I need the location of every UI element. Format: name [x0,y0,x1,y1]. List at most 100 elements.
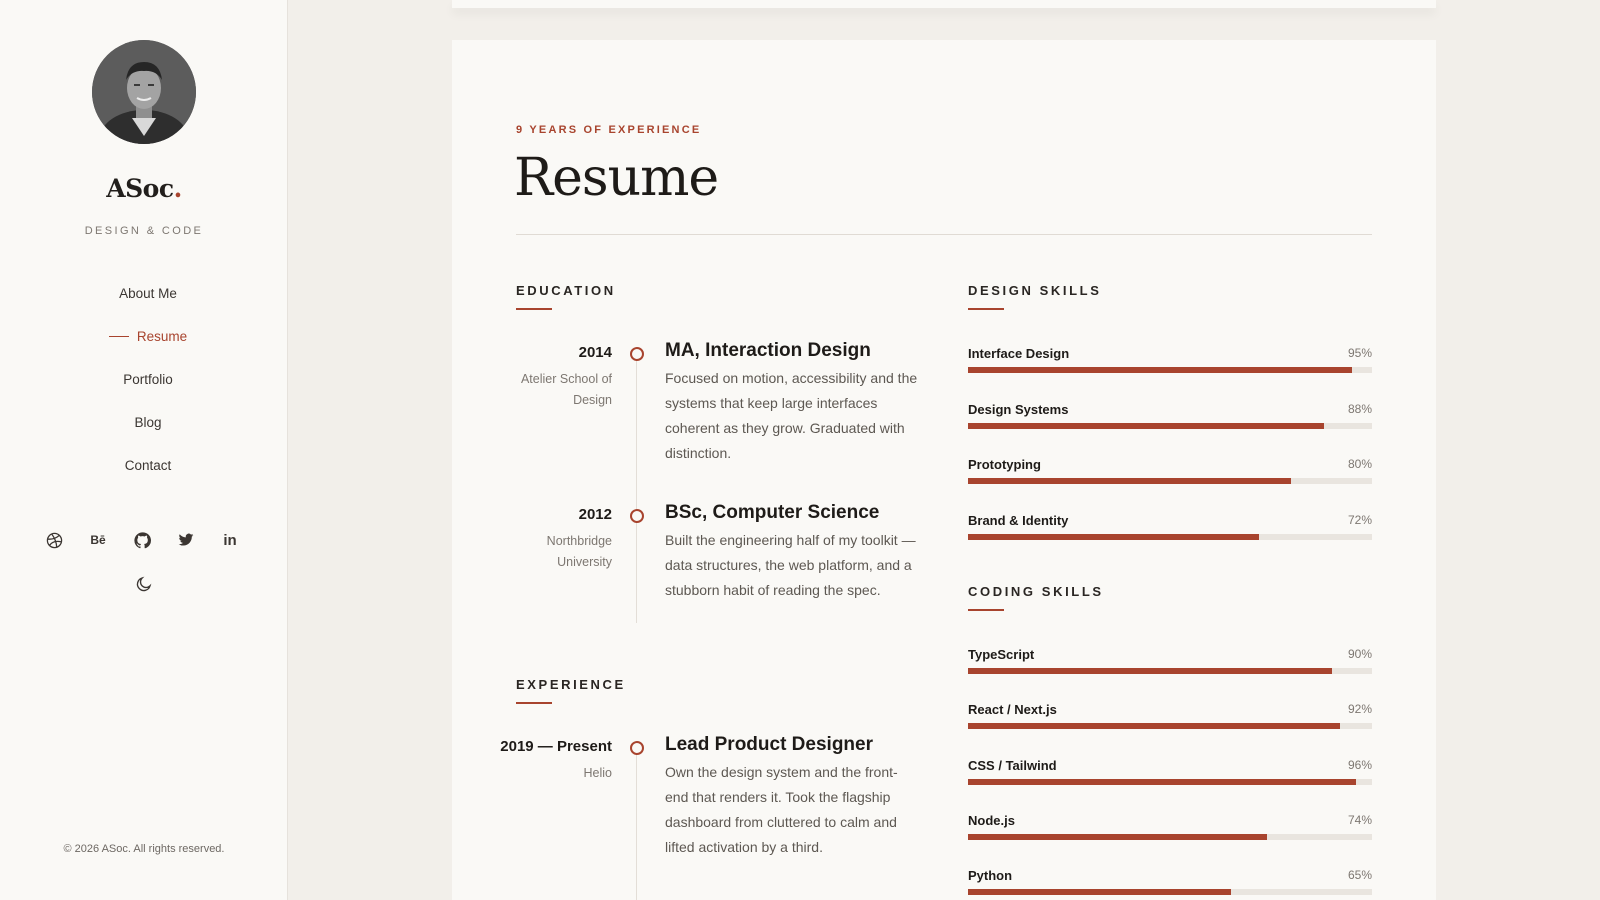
skill-bar: Design Systems 88% [968,402,1372,434]
skill-fill [968,834,1267,840]
skill-bar: Brand & Identity 72% [968,513,1372,545]
experience-heading: EXPERIENCE [516,677,626,704]
heading-underline [968,308,1004,310]
skill-track [968,723,1372,729]
twitter-icon[interactable] [177,531,195,549]
skill-name: Node.js [968,813,1015,828]
page-title: Resume [514,148,719,208]
timeline-line [636,361,637,514]
heading-underline [516,308,552,310]
nav-item-blog[interactable]: Blog [0,415,296,458]
brand-logo[interactable]: ASoc. [0,174,288,203]
entry-year: 2014 [578,344,612,361]
education-entry: 2012 Northbridge University BSc, Compute… [452,502,916,676]
github-icon[interactable] [133,531,151,549]
linkedin-icon[interactable]: in [221,531,239,549]
entry-year: 2019 — Present [500,738,612,755]
skill-fill [968,367,1352,373]
copyright: © 2026 ASoc. All rights reserved. [63,843,225,855]
entry-role: BSc, Computer Science [665,502,880,523]
entry-role: MA, Interaction Design [665,340,871,361]
skill-fill [968,478,1292,484]
skill-name: CSS / Tailwind [968,758,1057,773]
entry-role: Lead Product Designer [665,734,873,755]
moon-icon[interactable] [135,575,153,593]
skill-name: Design Systems [968,402,1069,417]
skill-name: TypeScript [968,647,1035,662]
entry-org: Northbridge University [546,534,612,569]
nav-label: Contact [124,458,172,473]
skill-track [968,668,1372,674]
skill-track [968,779,1372,785]
skill-bar: Interface Design 95% [968,346,1372,378]
heading-underline [516,702,552,704]
sidebar: ASoc. DESIGN & CODE About Me Resume Port… [0,0,288,900]
entry-year: 2012 [578,506,612,523]
nav-label: Resume [136,329,188,344]
skill-fill [968,668,1332,674]
education-heading-label: EDUCATION [516,283,616,298]
skill-track [968,889,1372,895]
nav-item-about[interactable]: About Me [0,286,296,329]
skill-track [968,834,1372,840]
active-indicator [108,336,129,337]
nav-item-resume[interactable]: Resume [0,329,296,372]
brand-dot: . [173,174,183,203]
skill-fill [968,723,1340,729]
experience-eyebrow: 9 YEARS OF EXPERIENCE [516,124,702,136]
sidebar-nav: About Me Resume Portfolio Blog Contact [0,286,296,501]
skill-fill [968,423,1324,429]
skill-percent: 72% [1347,513,1372,527]
brand-name: ASoc [106,174,174,203]
behance-label: Bē [90,533,106,547]
nav-item-portfolio[interactable]: Portfolio [0,372,296,415]
entry-description: Built the engineering half of my toolkit… [665,532,916,598]
skill-track [968,367,1372,373]
entry-org: Helio [583,766,613,780]
skill-bar: TypeScript 90% [968,647,1372,679]
design-skills-heading-label: DESIGN SKILLS [968,283,1102,298]
nav-label: About Me [119,286,177,301]
experience-entry: 2019 — Present Helio Lead Product Design… [452,734,912,900]
avatar [92,40,196,144]
skill-percent: 65% [1347,868,1372,882]
linkedin-label: in [223,531,237,549]
behance-icon[interactable]: Bē [89,531,107,549]
skill-bar: CSS / Tailwind 96% [968,758,1372,790]
previous-card-edge [452,0,1436,8]
coding-skills-heading-label: CODING SKILLS [968,584,1104,599]
skill-bar: React / Next.js 92% [968,702,1372,734]
skill-percent: 95% [1347,346,1372,360]
nav-item-contact[interactable]: Contact [0,458,296,501]
skill-bar: Node.js 74% [968,813,1372,845]
skill-track [968,534,1372,540]
skill-fill [968,534,1259,540]
nav-label: Portfolio [123,372,173,387]
entry-org: Atelier School of Design [520,372,612,407]
timeline-line [636,523,637,623]
skill-track [968,423,1372,429]
entry-description: Focused on motion, accessibility and the… [665,370,918,461]
design-skills-heading: DESIGN SKILLS [968,283,1102,310]
skill-percent: 80% [1347,457,1372,471]
brand-tagline: DESIGN & CODE [84,225,204,237]
skill-fill [968,779,1356,785]
skill-percent: 88% [1347,402,1372,416]
entry-description: Own the design system and the front-end … [665,764,898,855]
education-heading: EDUCATION [516,283,616,310]
experience-heading-label: EXPERIENCE [516,677,626,692]
skill-name: Python [968,868,1013,883]
skill-name: Brand & Identity [968,513,1069,528]
timeline-node [630,509,644,523]
skill-bar: Python 65% [968,868,1372,900]
dribbble-icon[interactable] [45,531,63,549]
skill-fill [968,889,1231,895]
timeline-node [630,741,644,755]
skill-percent: 74% [1347,813,1372,827]
skill-percent: 92% [1347,702,1372,716]
skill-track [968,478,1372,484]
coding-skills-heading: CODING SKILLS [968,584,1104,611]
skill-name: Interface Design [968,346,1070,361]
resume-card: 9 YEARS OF EXPERIENCE Resume EDUCATION 2… [452,40,1436,900]
skill-name: Prototyping [968,457,1041,472]
